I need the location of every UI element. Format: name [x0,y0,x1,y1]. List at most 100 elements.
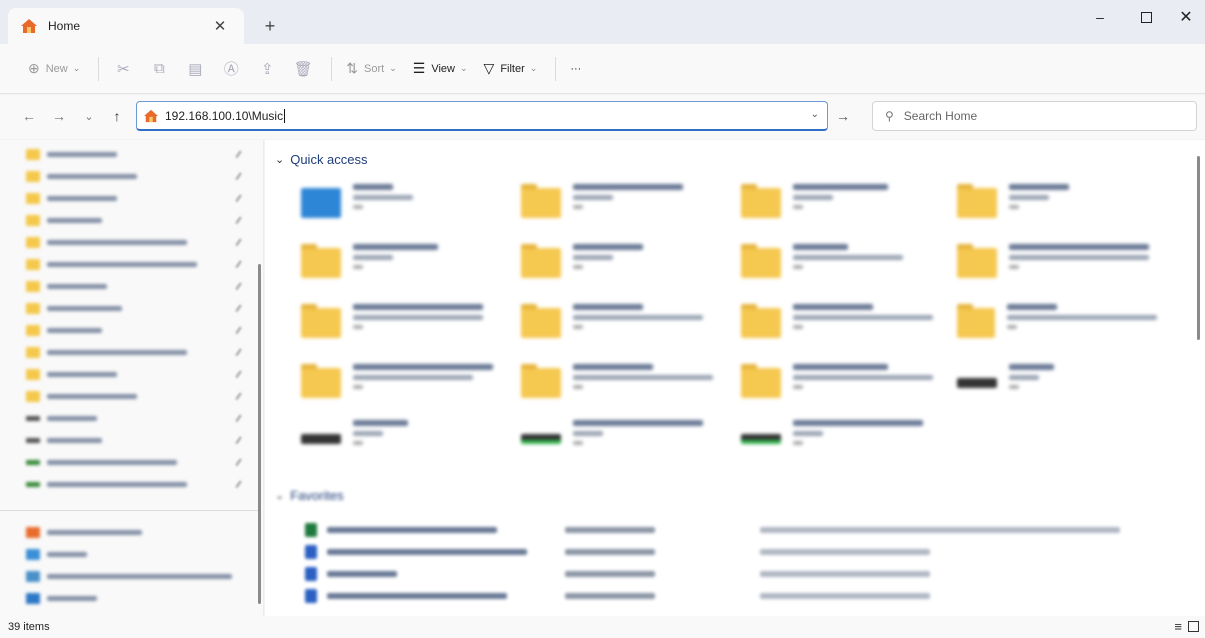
folder-tile[interactable] [521,184,721,234]
drive-tile[interactable] [741,420,941,470]
view-button[interactable]: ☰ View ⌄ [407,53,474,85]
tile-location [573,375,713,380]
list-item[interactable] [305,564,1175,584]
go-button[interactable]: → [831,105,855,127]
copy-button[interactable]: ⧉ [143,53,175,85]
folder-tile[interactable] [301,184,501,234]
sidebar-item[interactable] [26,232,187,252]
sidebar-scrollbar[interactable] [258,264,261,604]
folder-tile[interactable] [741,184,941,234]
folder-tile[interactable] [301,304,501,354]
folder-tile[interactable] [301,364,501,414]
sort-label: Sort [364,62,385,75]
file-date [565,593,655,599]
sidebar-item[interactable] [26,144,117,164]
favorites-header[interactable]: ⌄ Favorites [275,488,344,503]
sidebar-item-label [47,595,97,601]
sidebar-item[interactable] [26,298,122,318]
quick-access-header[interactable]: ⌄ Quick access [275,152,368,167]
search-box[interactable]: ⚲ Search Home [872,101,1197,131]
sidebar-item[interactable] [26,474,187,494]
sidebar-item[interactable] [26,210,102,230]
list-item[interactable] [305,586,1175,606]
chevron-down-icon: ⌄ [529,63,538,73]
folder-tile[interactable] [957,184,1157,234]
chevron-down-icon[interactable]: ⌄ [811,109,819,120]
more-options-button[interactable]: ··· [564,53,587,85]
text-caret [284,108,286,123]
folder-icon [741,304,781,338]
sidebar-item[interactable] [26,522,142,542]
drive-icon [957,378,997,388]
delete-button[interactable]: 🗑 [287,53,319,85]
drive-tile[interactable] [957,364,1157,414]
sidebar-item[interactable] [26,544,87,564]
folder-tile[interactable] [957,304,1157,354]
back-button[interactable]: ← [18,105,40,127]
pin-icon [353,265,363,269]
details-view-button[interactable]: ≡ [1174,619,1182,634]
content-scrollbar[interactable] [1197,156,1200,340]
sidebar-item-label [47,261,197,267]
pin-icon [793,441,803,445]
tile-location [793,431,823,436]
tiles-view-button[interactable] [1188,621,1199,632]
close-tab-icon[interactable]: ✕ [208,14,232,38]
minimize-button[interactable]: – [1077,0,1123,34]
new-tab-button[interactable]: + [258,14,282,38]
rename-button[interactable]: Ⓐ [215,53,247,85]
sidebar-item[interactable] [26,364,117,384]
cut-button[interactable]: ✂ [107,53,139,85]
file-name [327,593,507,599]
folder-icon [741,244,781,278]
sidebar-item[interactable] [26,166,137,186]
paste-button[interactable]: ▤ [179,53,211,85]
address-input[interactable]: 192.168.100.10\Music [165,109,283,123]
folder-tile[interactable] [741,304,941,354]
sidebar-item[interactable] [26,452,177,472]
tab-home[interactable]: Home ✕ [8,8,244,44]
search-input[interactable]: Search Home [904,109,977,123]
sidebar-item[interactable] [26,408,97,428]
drive-tile[interactable] [521,420,721,470]
share-button[interactable]: ⇪ [251,53,283,85]
creative-cloud-icon [26,526,40,538]
sort-button[interactable]: ⇅ Sort ⌄ [340,53,402,85]
folder-tile[interactable] [741,244,941,294]
folder-tile[interactable] [521,304,721,354]
filter-button[interactable]: ▽ Filter ⌄ [478,53,544,85]
sidebar-item-label [47,173,137,179]
sidebar-item[interactable] [26,320,102,340]
rename-icon: Ⓐ [223,61,239,78]
sidebar-item[interactable] [26,566,232,586]
list-item[interactable] [305,542,1175,562]
new-button[interactable]: ⊕ New ⌄ [22,53,86,85]
search-icon: ⚲ [885,109,894,123]
word-file-icon [305,545,317,559]
sidebar-item[interactable] [26,276,107,296]
address-bar[interactable]: 192.168.100.10\Music ⌄ [136,101,828,131]
recent-locations-button[interactable]: ⌄ [78,105,100,127]
up-button[interactable]: ↑ [106,105,128,127]
folder-tile[interactable] [521,364,721,414]
sidebar-item[interactable] [26,588,97,608]
close-window-button[interactable]: ✕ [1163,0,1205,34]
sidebar-item-label [47,349,187,355]
sidebar-item[interactable] [26,254,197,274]
sidebar-item[interactable] [26,188,117,208]
sidebar-item[interactable] [26,386,137,406]
drive-tile[interactable] [301,420,501,470]
sidebar-item[interactable] [26,342,187,362]
folder-tile[interactable] [521,244,721,294]
tile-name [573,304,643,310]
folder-tile[interactable] [741,364,941,414]
new-label: New [45,62,68,75]
forward-button[interactable]: → [48,105,70,127]
folder-tile[interactable] [957,244,1157,294]
folder-tile[interactable] [301,244,501,294]
tile-name [793,420,923,426]
sidebar-item[interactable] [26,430,102,450]
list-item[interactable] [305,520,1175,540]
tile-location [573,255,613,260]
sidebar-item-label [47,481,187,487]
